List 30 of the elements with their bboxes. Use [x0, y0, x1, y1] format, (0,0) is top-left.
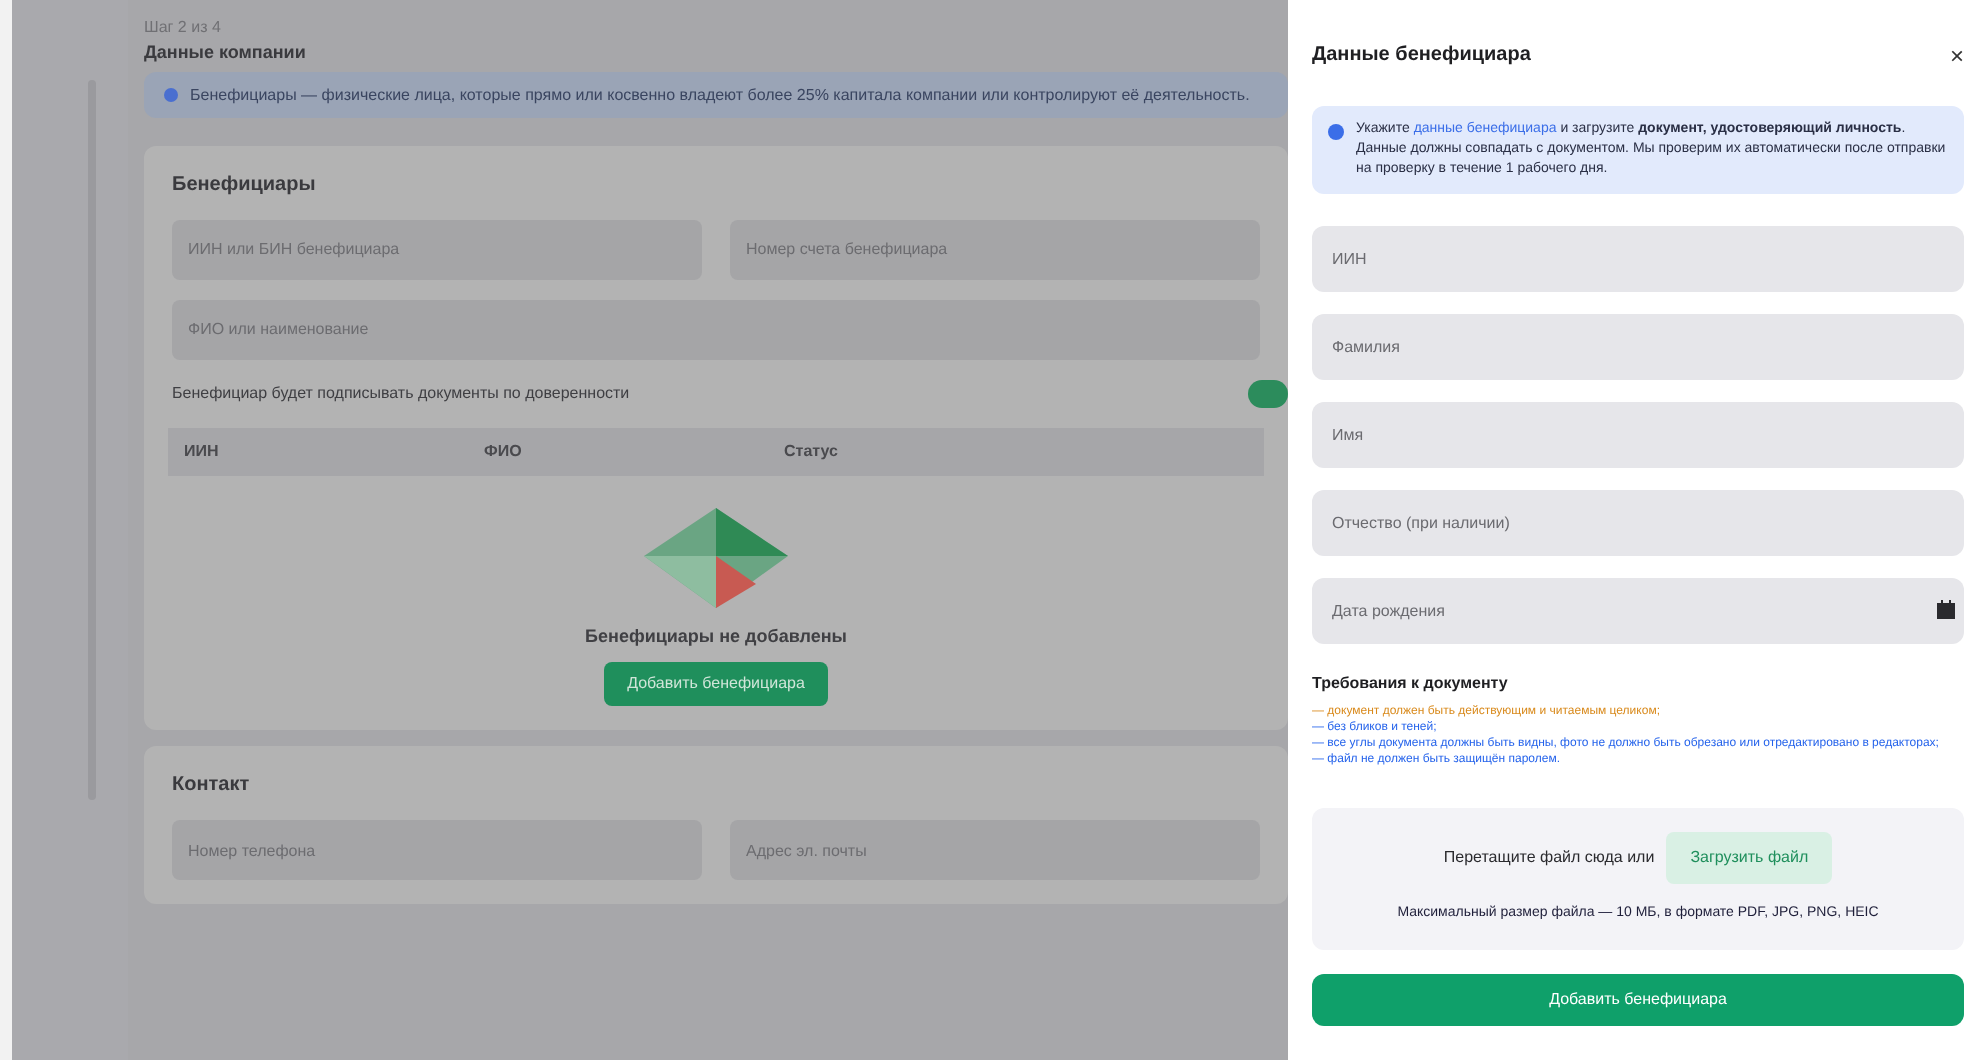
- input-field[interactable]: Имя: [1312, 402, 1964, 468]
- input-field[interactable]: ФИО или наименование: [172, 299, 1260, 359]
- close-button[interactable]: ×: [1949, 43, 1964, 67]
- drawer-title: Данные бенефициара: [1312, 42, 1531, 70]
- submit-button[interactable]: Добавить бенефициара: [1312, 973, 1964, 1025]
- column-header: ФИО: [484, 439, 524, 463]
- info-icon: [1328, 124, 1344, 140]
- input-field[interactable]: Номер счета бенефициара: [730, 219, 1260, 279]
- column-header: ИИН: [184, 439, 221, 463]
- requirements-title: Требования к документу: [1312, 672, 1510, 696]
- toggle-switch[interactable]: [1248, 379, 1288, 407]
- input-field[interactable]: Отчество (при наличии): [1312, 490, 1964, 556]
- toggle-label: Бенефициар будет подписывать документы по доверенности: [172, 381, 630, 405]
- empty-state-text: Бенефициары не добавлены: [585, 623, 847, 650]
- empty-box-icon: [640, 503, 792, 611]
- input-field[interactable]: Фамилия: [1312, 314, 1964, 380]
- section-title: Контакт: [172, 772, 252, 800]
- input-field[interactable]: ИИН или БИН бенефициара: [172, 219, 702, 279]
- input-field[interactable]: ИИН: [1312, 226, 1964, 292]
- add-beneficiary-button[interactable]: Добавить бенефициара: [603, 662, 829, 706]
- upload-text: Перетащите файл сюда или: [1443, 846, 1655, 870]
- page-title: Данные компании: [144, 40, 308, 66]
- input-field[interactable]: Адрес эл. почты: [730, 820, 1260, 880]
- upload-file-button[interactable]: Загрузить файл: [1666, 832, 1833, 884]
- input-field[interactable]: Номер телефона: [172, 820, 702, 880]
- info-icon: [164, 87, 178, 101]
- info-text: Бенефициары — физические лица, которые прямо или косвенно владеют более 25% капитала компании или контролируют её деятельность.: [190, 83, 1250, 105]
- column-header: Статус: [784, 439, 838, 463]
- date-field[interactable]: Дата рождения: [1312, 578, 1964, 644]
- section-title: Бенефициары: [172, 171, 318, 199]
